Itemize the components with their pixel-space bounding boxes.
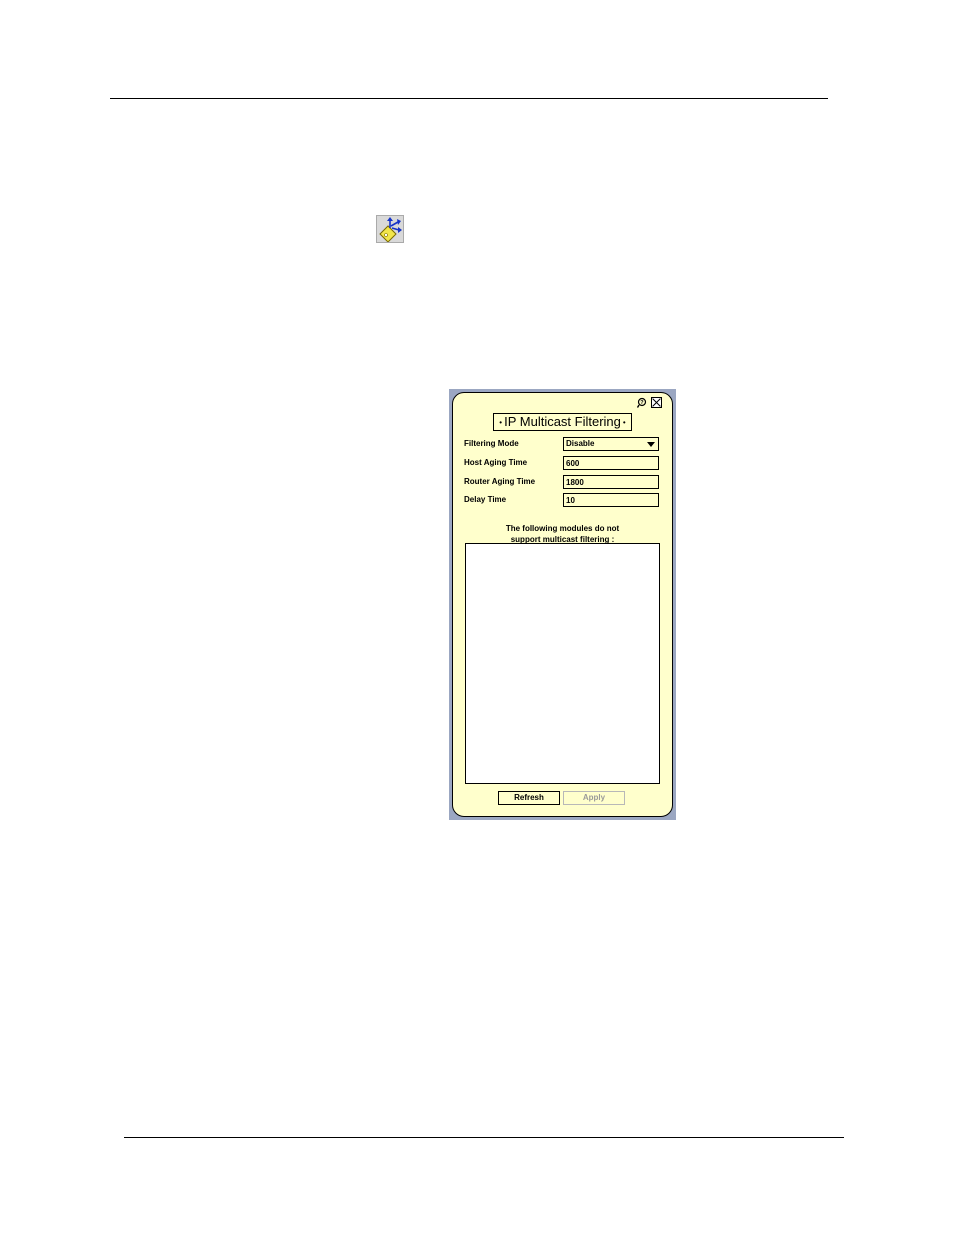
router-aging-time-input[interactable]	[563, 475, 659, 489]
unsupported-modules-note: The following modules do not support mul…	[453, 523, 672, 545]
filtering-mode-label: Filtering Mode	[464, 439, 519, 448]
filtering-mode-row: Filtering Mode Disable	[464, 437, 664, 451]
note-line-1: The following modules do not	[505, 524, 620, 533]
panel-title: • IP Multicast Filtering •	[493, 413, 632, 432]
router-aging-time-label: Router Aging Time	[464, 477, 536, 486]
chevron-down-icon[interactable]	[647, 442, 655, 447]
host-aging-time-input[interactable]	[563, 456, 659, 470]
panel-title-icons: ?	[637, 397, 662, 408]
router-aging-time-row: Router Aging Time	[464, 475, 664, 489]
help-icon[interactable]: ?	[637, 397, 648, 408]
apply-button[interactable]: Apply	[563, 791, 625, 805]
refresh-button[interactable]: Refresh	[498, 791, 560, 805]
close-icon[interactable]	[651, 397, 662, 408]
panel-title-wrap: • IP Multicast Filtering •	[453, 413, 672, 432]
unsupported-modules-list[interactable]	[465, 543, 660, 784]
delay-time-label: Delay Time	[464, 495, 507, 504]
ip-multicast-filtering-panel: ? • IP Multicast Filtering • Filtering Mod…	[452, 392, 673, 817]
header-rule	[110, 98, 828, 99]
filtering-mode-select[interactable]: Disable	[563, 437, 659, 451]
panel-title-text: IP Multicast Filtering	[504, 414, 621, 429]
panel-frame: ? • IP Multicast Filtering • Filtering Mod…	[449, 389, 676, 820]
delay-time-input[interactable]	[563, 493, 659, 507]
delay-time-row: Delay Time	[464, 493, 664, 507]
filtering-mode-value: Disable	[566, 439, 595, 448]
multicast-filter-icon[interactable]	[376, 215, 404, 243]
host-aging-time-label: Host Aging Time	[464, 458, 528, 467]
host-aging-time-row: Host Aging Time	[464, 456, 664, 470]
title-bullet-right: •	[622, 418, 626, 428]
footer-rule	[124, 1137, 844, 1138]
